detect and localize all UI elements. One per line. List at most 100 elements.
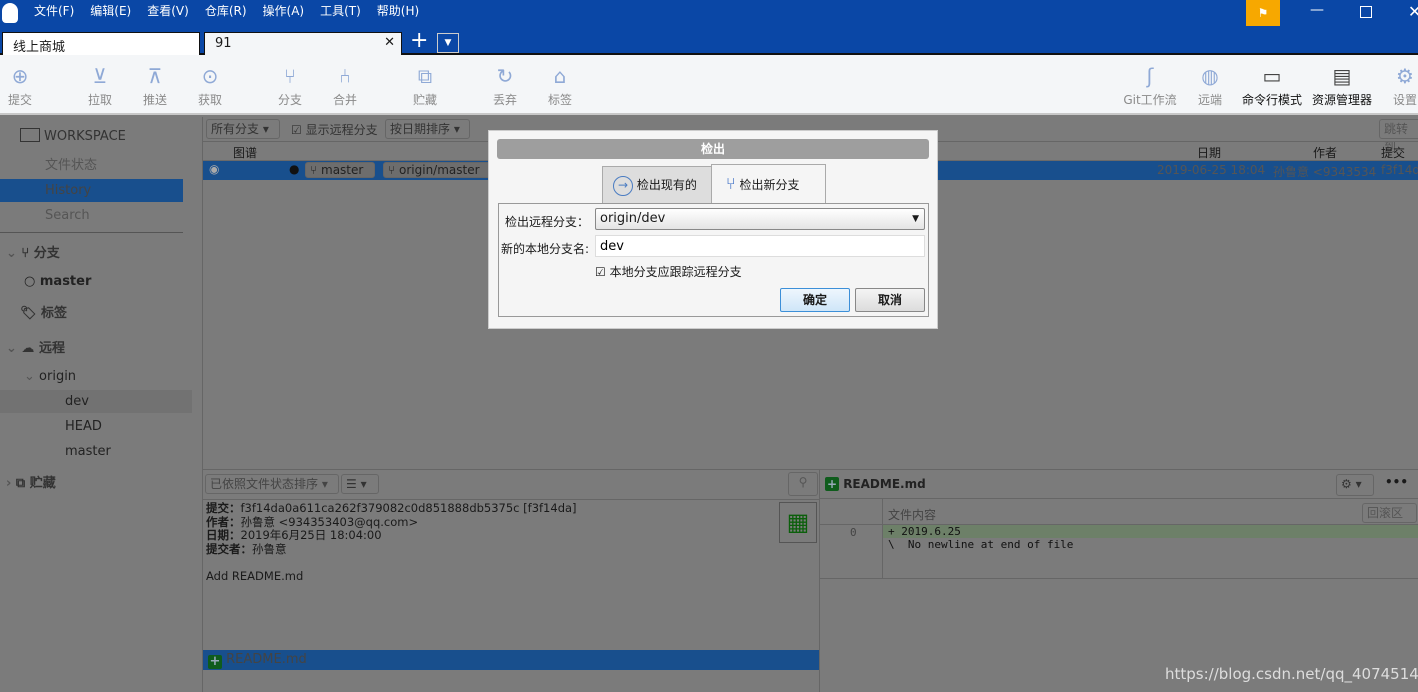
- sidebar-item-history[interactable]: History: [0, 179, 183, 202]
- remote-origin[interactable]: ⌄ origin: [0, 365, 183, 388]
- label: 检出新分支: [739, 178, 800, 192]
- metadata-key: 提交：: [206, 501, 241, 515]
- sidebar-tags[interactable]: 🏷 标签: [0, 302, 183, 325]
- added-line: + 2019.6.25: [883, 525, 1418, 538]
- head-icon: ●: [289, 162, 300, 176]
- remote-branch-label: 检出远程分支：: [505, 215, 590, 229]
- current-branch-icon: ○: [24, 274, 40, 289]
- revert-hunk-button[interactable]: 回滚区块: [1362, 503, 1417, 538]
- toolbar_right-button-1[interactable]: ◍ 远端: [1180, 63, 1240, 108]
- remote-branch-dropdown[interactable]: origin/dev ▼: [595, 208, 925, 230]
- divider: [820, 498, 1418, 499]
- divider: [0, 232, 183, 233]
- branch-master[interactable]: ○ master: [0, 270, 183, 293]
- toolbar_right-button-2[interactable]: ▭ 命令行模式: [1242, 63, 1302, 108]
- toolbar_left-button-2[interactable]: ⊼ 推送: [125, 63, 185, 108]
- branch-icon: ⑂: [284, 64, 296, 88]
- tab-repo-2[interactable]: 91 ✕: [204, 32, 402, 55]
- merge-icon: ⑃: [339, 64, 351, 88]
- local-branch-input[interactable]: [595, 235, 925, 257]
- gear-icon[interactable]: ⚙ ▾: [1336, 474, 1374, 496]
- track-remote-checkbox[interactable]: ☑ 本地分支应跟踪远程分支: [595, 263, 742, 280]
- file-list-item[interactable]: + README.md: [203, 650, 819, 670]
- line-number: 0: [850, 526, 857, 539]
- commit-message: Add README.md: [206, 569, 304, 583]
- maximize-button[interactable]: [1360, 6, 1372, 18]
- toolbar_left-button-1[interactable]: ⊻ 拉取: [70, 63, 130, 108]
- close-button[interactable]: ✕: [1408, 2, 1418, 21]
- toolbar_left-button-6[interactable]: ⧉ 贮藏: [395, 63, 455, 108]
- menu-help[interactable]: 帮助(H): [377, 0, 419, 22]
- list-view-dropdown[interactable]: ☰ ▾: [341, 474, 379, 494]
- close-tab-icon[interactable]: ✕: [384, 35, 395, 50]
- minimize-button[interactable]: —: [1310, 2, 1324, 18]
- sidebar-stashes[interactable]: › ⧉ 贮藏: [0, 472, 183, 495]
- metadata-value: 2019年6月25日 18:04:00: [240, 528, 382, 542]
- toolbar_right-button-0[interactable]: ʃ Git工作流: [1120, 63, 1180, 108]
- menu-view[interactable]: 查看(V): [147, 0, 189, 22]
- commit-node-icon: ◉: [209, 162, 220, 176]
- no-newline-note: \ No newline at end of file: [888, 538, 1074, 551]
- branch-icon: ⑂: [21, 246, 34, 261]
- tag-icon: 🏷: [20, 306, 42, 321]
- label: master: [39, 274, 92, 289]
- toolbar_left-button-3[interactable]: ⊙ 获取: [180, 63, 240, 108]
- branch-filter-dropdown[interactable]: 所有分支 ▾: [206, 119, 280, 139]
- sidebar-remotes[interactable]: ⌄ ☁ 远程: [0, 337, 183, 360]
- sidebar-branches[interactable]: ⌄ ⑂ 分支: [0, 242, 183, 265]
- tab-checkout-existing[interactable]: → 检出现有的: [602, 166, 712, 204]
- tab-label: 线上商城: [13, 40, 66, 55]
- tab-repo-1[interactable]: 线上商城: [2, 32, 200, 55]
- col-graph[interactable]: 图谱: [233, 144, 257, 161]
- sort-dropdown[interactable]: 按日期排序 ▾: [385, 119, 470, 139]
- more-icon[interactable]: •••: [1385, 475, 1408, 489]
- col-date[interactable]: 日期: [1197, 144, 1221, 161]
- toolbar_left-button-5[interactable]: ⑃ 合并: [315, 63, 375, 108]
- remote-branch-dev[interactable]: dev: [0, 390, 192, 413]
- toolbar: ⊕ 提交 ⊻ 拉取 ⊼ 推送 ⊙ 获取 ⑂ 分支 ⑃ 合并 ⧉ 贮藏 ↻ 丢弃 ⌂ 标签 ʃ Git工作流 ◍ 远端 ▭ 命令…: [0, 55, 1418, 115]
- globe-icon: ◍: [1201, 64, 1219, 88]
- search-icon[interactable]: ⚲: [788, 472, 818, 496]
- toolbar_right-button-4[interactable]: ⚙ 设置: [1375, 63, 1418, 108]
- menu-repo[interactable]: 仓库(R): [205, 0, 247, 22]
- jump-to-button[interactable]: 跳转到: [1379, 119, 1418, 154]
- remote-branch-head[interactable]: HEAD: [0, 415, 183, 438]
- metadata-line: 提交者：孙鲁意: [206, 542, 577, 557]
- branch-icon: ⑂: [726, 174, 736, 193]
- label: 显示远程分支: [305, 123, 378, 137]
- menu-edit[interactable]: 编辑(E): [90, 0, 131, 22]
- col-commit[interactable]: 提交: [1381, 144, 1405, 161]
- tab-dropdown-button[interactable]: ▼: [437, 33, 459, 53]
- ok-button[interactable]: 确定: [780, 288, 850, 312]
- file-sort-dropdown[interactable]: 已依照文件状态排序 ▾: [205, 474, 339, 494]
- workspace-header: WORKSPACE: [20, 125, 203, 148]
- label: 按日期排序: [390, 122, 451, 136]
- terminal-icon: ▭: [1262, 64, 1282, 88]
- label: 已依照文件状态排序: [210, 477, 319, 491]
- dropdown-arrow-icon: ▼: [912, 214, 919, 224]
- toolbar-label: 远端: [1197, 93, 1222, 107]
- value: origin/dev: [600, 211, 666, 226]
- show-remote-checkbox[interactable]: ☑ 显示远程分支: [291, 121, 378, 138]
- remote-branch-master[interactable]: master: [0, 440, 183, 463]
- toolbar_left-button-8[interactable]: ⌂ 标签: [530, 63, 590, 108]
- col-author[interactable]: 作者: [1313, 144, 1337, 161]
- label: origin: [39, 369, 77, 384]
- gear-icon: ⚙: [1396, 64, 1414, 88]
- added-file-icon: +: [825, 477, 839, 491]
- sidebar-item-search[interactable]: Search: [0, 204, 183, 227]
- menu-actions[interactable]: 操作(A): [263, 0, 305, 22]
- toolbar_left-button-4[interactable]: ⑂ 分支: [260, 63, 320, 108]
- toolbar_left-button-0[interactable]: ⊕ 提交: [0, 63, 50, 108]
- divider: [203, 499, 819, 500]
- label: origin/master: [399, 163, 480, 177]
- menu-file[interactable]: 文件(F): [34, 0, 74, 22]
- sidebar-item-file-status[interactable]: 文件状态: [0, 154, 183, 177]
- cancel-button[interactable]: 取消: [855, 288, 925, 312]
- toolbar_right-button-3[interactable]: ▤ 资源管理器: [1312, 63, 1372, 108]
- toolbar_left-button-7[interactable]: ↻ 丢弃: [475, 63, 535, 108]
- tab-checkout-new[interactable]: ⑂ 检出新分支: [711, 164, 826, 204]
- flag-button[interactable]: ⚑: [1246, 0, 1280, 26]
- menu-tools[interactable]: 工具(T): [320, 0, 361, 22]
- new-tab-button[interactable]: +: [410, 28, 428, 53]
